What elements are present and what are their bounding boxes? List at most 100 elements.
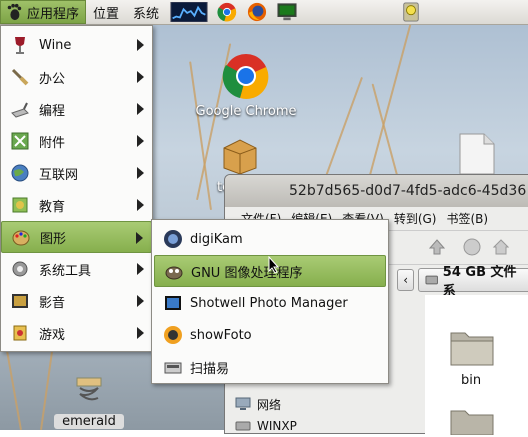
- menu-item-label: 系统工具: [39, 263, 92, 279]
- internet-icon: [11, 164, 29, 182]
- menu-item-label: GNU 图像处理程序: [191, 265, 303, 281]
- google-chrome-label: Google Chrome: [195, 104, 297, 119]
- menu-item-label: 编程: [39, 103, 66, 119]
- folder-icon[interactable]: [449, 327, 495, 367]
- sidebar-item-winxp-label: WINXP: [257, 419, 297, 433]
- chevron-left-icon: ‹: [403, 273, 409, 287]
- menu-item-label: 图形: [40, 231, 67, 247]
- applications-menu[interactable]: 应用程序: [0, 0, 87, 24]
- menu-item-label: Shotwell Photo Manager: [190, 295, 348, 311]
- chevron-right-icon: [137, 263, 144, 275]
- grass-blade: [4, 341, 22, 430]
- chrome-icon: [222, 54, 269, 99]
- scanner-icon: [164, 362, 182, 374]
- top-panel: 应用程序 位置 系统: [0, 0, 528, 25]
- applications-dropdown: Wine 办公 编程 附件 互联网 教育 图形 系统工具 影音 游戏: [0, 25, 153, 352]
- chevron-right-icon: [137, 199, 144, 211]
- menu-item-label: 互联网: [39, 167, 79, 183]
- office-icon: [11, 68, 29, 86]
- menu-item-digikam[interactable]: digiKam: [154, 223, 386, 255]
- drive-icon: [425, 275, 439, 285]
- menu-item-label: 影音: [39, 295, 66, 311]
- gimp-icon: [165, 266, 183, 280]
- wine-icon: [15, 37, 25, 54]
- stop-icon[interactable]: [463, 238, 481, 256]
- menu-item-label: 附件: [39, 135, 66, 151]
- shotwell-icon: [165, 296, 181, 310]
- folder-icon[interactable]: [449, 405, 495, 435]
- menu-item-games[interactable]: 游戏: [1, 317, 152, 349]
- emerald-icon: [76, 377, 102, 401]
- location-crumb-label: 54 GB 文件系: [442, 265, 517, 299]
- menu-go[interactable]: 转到(G): [394, 210, 437, 227]
- system-tools-icon: [12, 261, 28, 277]
- menu-item-wine[interactable]: Wine: [1, 29, 152, 61]
- up-arrow-icon[interactable]: [427, 237, 447, 257]
- menu-item-label: digiKam: [190, 231, 243, 247]
- menu-item-office[interactable]: 办公: [1, 61, 152, 93]
- education-icon: [12, 197, 28, 213]
- document-icon: [459, 133, 495, 175]
- file-view[interactable]: bin: [425, 295, 528, 435]
- firefox-launcher-icon[interactable]: [246, 2, 268, 22]
- system-menu[interactable]: 系统: [126, 0, 166, 25]
- emerald-desktop-icon[interactable]: emerald: [54, 376, 124, 429]
- menu-item-label: 教育: [39, 199, 66, 215]
- window-title: 52b7d565-d0d7-4fd5-adc6-45d36: [289, 183, 527, 199]
- menu-bookmarks[interactable]: 书签(B): [446, 210, 488, 227]
- chevron-right-icon: [137, 167, 144, 179]
- places-menu[interactable]: 位置: [86, 0, 126, 25]
- location-back-button[interactable]: ‹: [397, 269, 415, 291]
- menu-item-scanner[interactable]: 扫描易: [154, 351, 386, 383]
- menu-item-label: Wine: [39, 37, 72, 53]
- window-titlebar[interactable]: 52b7d565-d0d7-4fd5-adc6-45d36: [225, 175, 528, 207]
- sidebar-item-network[interactable]: 网络: [235, 393, 297, 415]
- chevron-right-icon: [137, 295, 144, 307]
- menu-item-system-tools[interactable]: 系统工具: [1, 253, 152, 285]
- multimedia-icon: [12, 294, 28, 308]
- network-icon: [235, 397, 251, 410]
- digikam-icon: [164, 230, 182, 248]
- menu-item-shotwell[interactable]: Shotwell Photo Manager: [154, 287, 386, 319]
- location-crumb[interactable]: 54 GB 文件系: [418, 265, 528, 299]
- chevron-right-icon: [137, 135, 144, 147]
- terminal-launcher-icon[interactable]: [276, 2, 298, 22]
- document-desktop-icon[interactable]: [455, 132, 499, 180]
- google-chrome-desktop-icon[interactable]: Google Chrome: [190, 52, 302, 119]
- places-menu-label: 位置: [93, 6, 120, 22]
- chevron-right-icon: [136, 232, 143, 244]
- window-sidebar: 网络 WINXP: [235, 393, 297, 437]
- showfoto-icon: [164, 326, 182, 344]
- sidebar-item-winxp[interactable]: WINXP: [235, 415, 297, 437]
- menu-item-label: 游戏: [39, 327, 66, 343]
- graphics-icon: [12, 230, 30, 246]
- chevron-right-icon: [137, 39, 144, 51]
- chrome-launcher-icon[interactable]: [216, 2, 238, 22]
- menu-item-showfoto[interactable]: showFoto: [154, 319, 386, 351]
- menu-item-label: 办公: [39, 71, 66, 87]
- menu-item-accessories[interactable]: 附件: [1, 125, 152, 157]
- menu-item-graphics[interactable]: 图形: [1, 221, 152, 253]
- folder-bin-label[interactable]: bin: [461, 373, 481, 388]
- mouse-cursor-icon: [268, 256, 280, 274]
- menu-item-label: showFoto: [190, 327, 252, 343]
- package-icon: [223, 139, 257, 175]
- menu-item-internet[interactable]: 互联网: [1, 157, 152, 189]
- gnome-foot-icon: [7, 3, 22, 21]
- system-monitor-icon[interactable]: [170, 2, 208, 22]
- update-notifier-icon[interactable]: [400, 2, 422, 22]
- chevron-right-icon: [137, 71, 144, 83]
- applications-menu-label: 应用程序: [27, 6, 80, 22]
- sidebar-item-network-label: 网络: [257, 397, 282, 412]
- games-icon: [13, 325, 27, 341]
- home-icon[interactable]: [491, 237, 511, 257]
- graphics-submenu: digiKam GNU 图像处理程序 Shotwell Photo Manage…: [151, 219, 389, 384]
- grass-blade: [365, 15, 414, 191]
- menu-item-education[interactable]: 教育: [1, 189, 152, 221]
- menu-item-label: 扫描易: [190, 361, 230, 377]
- accessories-icon: [11, 132, 29, 150]
- drive-icon: [235, 421, 251, 431]
- menu-item-programming[interactable]: 编程: [1, 93, 152, 125]
- menu-item-multimedia[interactable]: 影音: [1, 285, 152, 317]
- programming-icon: [11, 102, 29, 118]
